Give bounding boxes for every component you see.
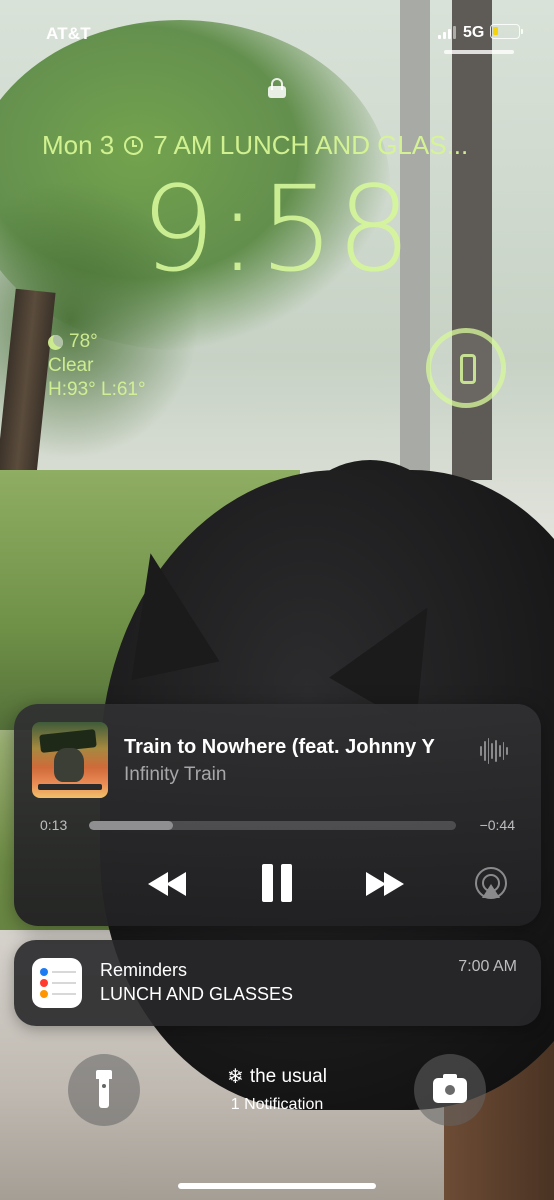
waveform-icon [480, 737, 508, 765]
album-art[interactable] [32, 722, 108, 798]
home-indicator[interactable] [178, 1183, 376, 1189]
lock-screen-time: 9:58 [140, 160, 414, 298]
now-playing-card[interactable]: Train to Nowhere (feat. Johnny Y Infinit… [14, 704, 541, 926]
carrier-label: AT&T [46, 24, 91, 43]
notification-time: 7:00 AM [458, 958, 517, 975]
reminder-notification[interactable]: Reminders LUNCH AND GLASSES 7:00 AM [14, 940, 541, 1026]
battery-level-fill [493, 27, 498, 35]
rewind-button[interactable] [144, 859, 192, 909]
date-label: Mon 3 [42, 130, 115, 160]
airplay-button[interactable] [472, 859, 512, 909]
signal-strength-icon [438, 26, 456, 39]
pause-icon [262, 864, 273, 902]
pause-button[interactable] [260, 859, 294, 909]
date-widget-line[interactable]: Mon 3 7 AM LUNCH AND GLAS... [42, 130, 468, 161]
camera-button[interactable] [414, 1054, 486, 1126]
weather-high-low: H:93° L:61° [48, 379, 146, 400]
notification-body: LUNCH AND GLASSES [100, 984, 294, 1004]
rewind-icon [148, 872, 168, 896]
playback-scrubber[interactable] [89, 821, 456, 830]
focus-mode-label: the usual [249, 1065, 327, 1087]
snowflake-icon: ❄ [227, 1066, 244, 1088]
moon-icon [48, 334, 63, 350]
weather-temperature: 78° [69, 331, 98, 352]
track-artist: Infinity Train [124, 764, 227, 785]
remaining-time: −0:44 [479, 817, 515, 833]
reminders-app-icon [32, 958, 82, 1008]
phone-battery-widget[interactable] [426, 328, 506, 408]
notification-app-name: Reminders [100, 960, 188, 980]
network-type-label: 5G [463, 24, 485, 41]
control-center-indicator[interactable] [444, 50, 514, 54]
fast-forward-icon [366, 872, 386, 896]
phone-icon [460, 354, 476, 384]
elapsed-time: 0:13 [40, 817, 68, 833]
lock-icon [268, 78, 286, 98]
clock-icon [124, 136, 144, 155]
weather-condition: Clear [48, 355, 94, 376]
status-bar: AT&T 5G [0, 0, 554, 60]
weather-widget[interactable]: 78° Clear H:93° L:61° [48, 330, 146, 402]
playback-progress-fill [89, 821, 174, 830]
playback-controls [14, 859, 541, 909]
fast-forward-button[interactable] [362, 859, 410, 909]
upcoming-reminder-label: 7 AM LUNCH AND GLAS... [153, 130, 469, 160]
track-title: Train to Nowhere (feat. Johnny Y [124, 736, 435, 758]
battery-icon [490, 24, 523, 39]
